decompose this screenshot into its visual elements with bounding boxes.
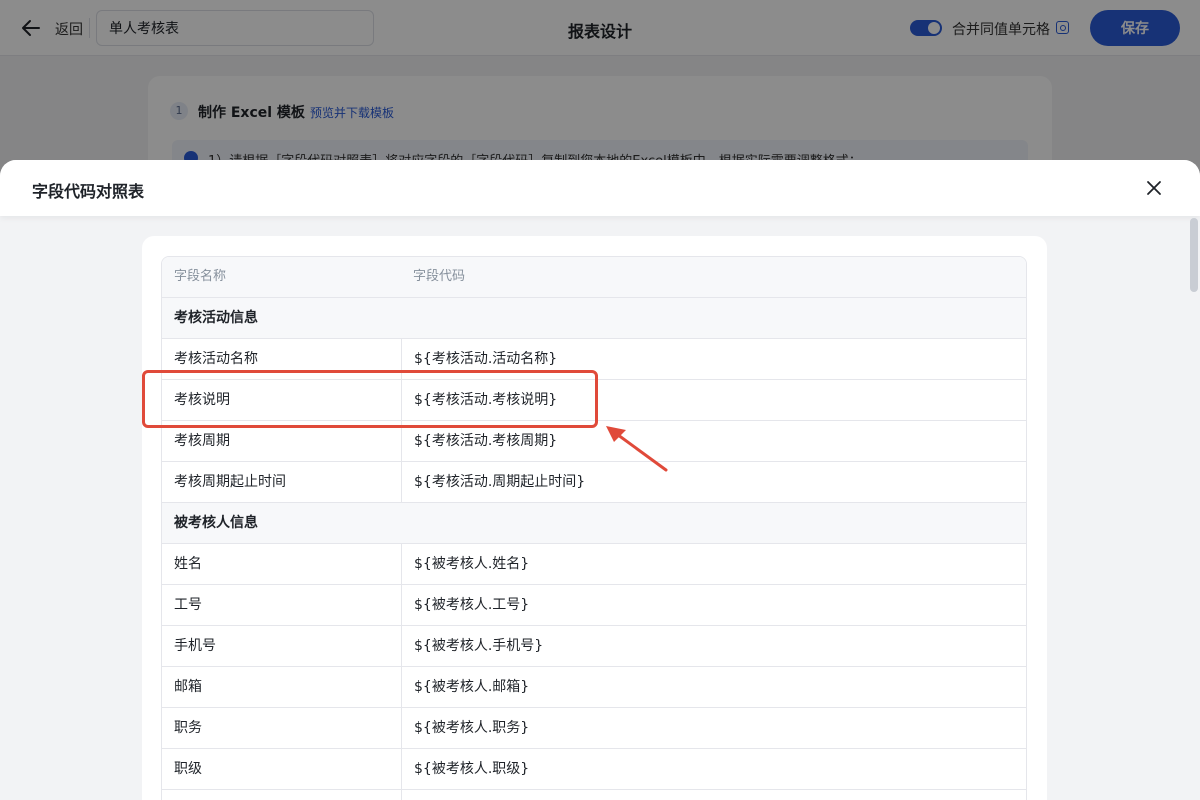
field-code-cell[interactable]: ${被考核人.职务} — [401, 708, 1026, 748]
field-code-table: 字段名称 字段代码 考核活动信息 考核活动名称 ${考核活动.活动名称} 考核说明 ${… — [161, 256, 1027, 800]
table-group-row: 考核活动信息 — [162, 298, 1026, 339]
table-row: 工号 ${被考核人.工号} — [162, 585, 1026, 626]
group-label: 被考核人信息 — [174, 515, 258, 531]
column-header-field-code: 字段代码 — [413, 269, 466, 284]
close-icon[interactable] — [1144, 178, 1164, 198]
field-code-cell[interactable]: ${被考核人.工号} — [401, 585, 1026, 625]
table-row: 邮箱 ${被考核人.邮箱} — [162, 667, 1026, 708]
table-row: 职级 ${被考核人.职级} — [162, 749, 1026, 790]
field-code-cell[interactable]: ${被考核人.职级} — [401, 749, 1026, 789]
table-row: 职务 ${被考核人.职务} — [162, 708, 1026, 749]
table-row: 姓名 ${被考核人.姓名} — [162, 544, 1026, 585]
table-header: 字段名称 字段代码 — [162, 257, 1026, 298]
scrollbar-thumb[interactable] — [1190, 218, 1198, 292]
field-name-cell: 姓名 — [174, 556, 202, 572]
field-name-cell: 考核周期 — [174, 433, 230, 449]
table-row: 手机号 ${被考核人.手机号} — [162, 626, 1026, 667]
field-name-cell: 职务 — [174, 720, 202, 736]
field-name-cell: 邮箱 — [174, 679, 202, 695]
table-row: 考核周期 ${考核活动.考核周期} — [162, 421, 1026, 462]
field-code-cell[interactable]: ${被考核人.邮箱} — [401, 667, 1026, 707]
field-name-cell: 工号 — [174, 597, 202, 613]
field-name-cell: 考核周期起止时间 — [174, 474, 286, 490]
field-name-cell: 考核说明 — [174, 392, 230, 408]
field-code-cell[interactable] — [401, 790, 1026, 800]
table-row — [162, 790, 1026, 800]
table-row: 考核活动名称 ${考核活动.活动名称} — [162, 339, 1026, 380]
group-label: 考核活动信息 — [174, 310, 258, 326]
field-code-cell[interactable]: ${被考核人.姓名} — [401, 544, 1026, 584]
modal-title: 字段代码对照表 — [32, 182, 145, 201]
table-group-row: 被考核人信息 — [162, 503, 1026, 544]
field-code-modal: 字段代码对照表 字段名称 字段代码 考核活动信息 考核活动名称 ${考核活动.活动名… — [0, 160, 1200, 800]
content-card: 字段名称 字段代码 考核活动信息 考核活动名称 ${考核活动.活动名称} 考核说明 ${… — [142, 236, 1047, 800]
table-row: 考核说明 ${考核活动.考核说明} — [162, 380, 1026, 421]
column-header-field-name: 字段名称 — [174, 269, 227, 284]
field-name-cell: 手机号 — [174, 638, 216, 654]
field-name-cell — [162, 790, 401, 800]
field-code-cell[interactable]: ${考核活动.周期起止时间} — [401, 462, 1026, 502]
field-name-cell: 考核活动名称 — [174, 351, 258, 367]
field-code-cell[interactable]: ${考核活动.活动名称} — [401, 339, 1026, 379]
modal-header: 字段代码对照表 — [0, 160, 1200, 216]
field-code-cell[interactable]: ${被考核人.手机号} — [401, 626, 1026, 666]
field-code-cell[interactable]: ${考核活动.考核说明} — [401, 380, 1026, 420]
field-name-cell: 职级 — [174, 761, 202, 777]
field-code-cell[interactable]: ${考核活动.考核周期} — [401, 421, 1026, 461]
table-row: 考核周期起止时间 ${考核活动.周期起止时间} — [162, 462, 1026, 503]
